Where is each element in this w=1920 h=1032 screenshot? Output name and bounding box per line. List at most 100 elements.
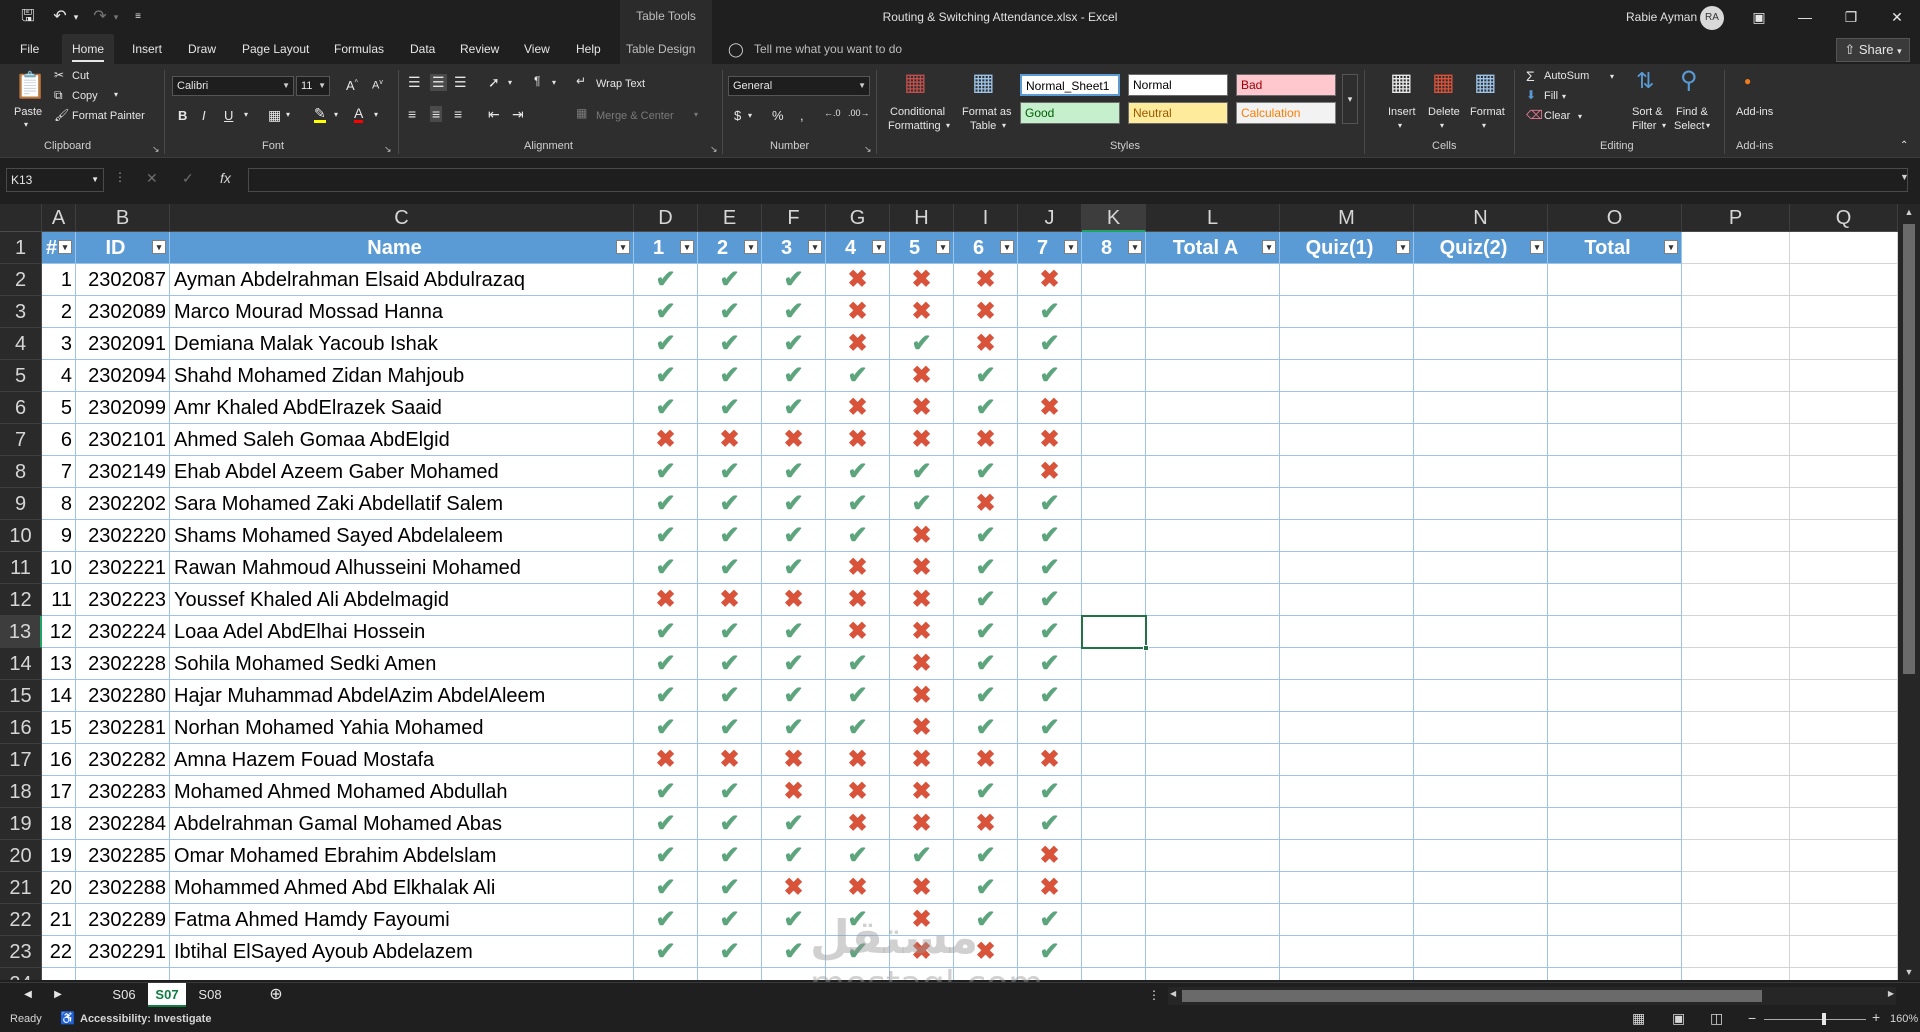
tab-page-layout[interactable]: Page Layout [232, 34, 319, 64]
cell[interactable] [1414, 808, 1548, 840]
middle-align-icon[interactable]: ☰ [430, 74, 447, 91]
cell[interactable] [1414, 776, 1548, 808]
student-name-cell[interactable]: Ayman Abdelrahman Elsaid Abdulrazaq [170, 264, 634, 296]
cell[interactable] [1682, 488, 1790, 520]
cell[interactable] [1682, 392, 1790, 424]
cell[interactable] [1548, 840, 1682, 872]
top-align-icon[interactable]: ☰ [408, 74, 421, 91]
sheet-tab-s07[interactable]: S07 [148, 983, 186, 1007]
cell[interactable] [1414, 296, 1548, 328]
attendance-cell[interactable]: ✖ [890, 296, 954, 328]
filter-dropdown-icon[interactable]: ▾ [1262, 240, 1276, 254]
underline-dropdown-icon[interactable]: ▾ [244, 110, 248, 119]
save-icon[interactable]: 🖫 [16, 6, 40, 28]
row-number-cell[interactable]: 22 [42, 936, 76, 968]
tab-insert[interactable]: Insert [122, 34, 172, 64]
tell-me-search[interactable]: Tell me what you want to do [754, 34, 902, 64]
attendance-cell[interactable]: ✔ [634, 712, 698, 744]
cell[interactable] [1146, 744, 1280, 776]
text-direction-dropdown-icon[interactable]: ▾ [552, 78, 556, 87]
borders-icon[interactable]: ▦ [268, 107, 281, 124]
font-size-combo[interactable]: 11 ▼ [296, 76, 330, 96]
student-id-cell[interactable]: 2302281 [76, 712, 170, 744]
row-header[interactable]: 17 [0, 744, 42, 776]
attendance-cell[interactable]: ✖ [954, 744, 1018, 776]
attendance-cell[interactable]: ✔ [1018, 648, 1082, 680]
attendance-cell[interactable]: ✖ [762, 584, 826, 616]
row-number-cell[interactable]: 2 [42, 296, 76, 328]
attendance-cell[interactable]: ✔ [762, 264, 826, 296]
row-header[interactable]: 10 [0, 520, 42, 552]
cell[interactable] [1414, 648, 1548, 680]
attendance-cell[interactable]: ✔ [698, 296, 762, 328]
student-name-cell[interactable]: Hajar Muhammad AbdelAzim AbdelAleem [170, 680, 634, 712]
insert-function-icon[interactable]: fx [220, 170, 231, 186]
attendance-cell[interactable]: ✖ [1018, 872, 1082, 904]
row-number-cell[interactable]: 16 [42, 744, 76, 776]
italic-icon[interactable]: I [202, 108, 206, 123]
format-painter-button[interactable]: Format Painter [72, 110, 145, 122]
attendance-cell[interactable]: ✔ [826, 712, 890, 744]
cell[interactable] [1414, 584, 1548, 616]
tab-file[interactable]: File [10, 34, 49, 64]
avatar[interactable]: RA [1700, 6, 1724, 30]
cell[interactable] [1682, 328, 1790, 360]
page-layout-view-icon[interactable]: ▣ [1672, 1010, 1685, 1027]
cell[interactable] [1082, 936, 1146, 968]
attendance-cell[interactable]: ✔ [954, 872, 1018, 904]
text-direction-icon[interactable]: ¶ [534, 74, 540, 88]
cell[interactable] [1790, 456, 1898, 488]
row-header[interactable]: 20 [0, 840, 42, 872]
scroll-down-icon[interactable]: ▼ [1898, 964, 1920, 980]
cell[interactable] [1082, 520, 1146, 552]
orientation-dropdown-icon[interactable]: ▾ [508, 78, 512, 87]
horizontal-scroll-thumb[interactable] [1182, 990, 1762, 1002]
attendance-cell[interactable]: ✖ [698, 584, 762, 616]
student-name-cell[interactable]: Loaa Adel AbdElhai Hossein [170, 616, 634, 648]
borders-dropdown-icon[interactable]: ▾ [286, 110, 290, 119]
customize-qat-icon[interactable]: ≡ [130, 6, 146, 28]
attendance-cell[interactable]: ✔ [1018, 584, 1082, 616]
normal-view-icon[interactable]: ▦ [1632, 1010, 1645, 1027]
cell[interactable] [1146, 872, 1280, 904]
table-header-cell[interactable]: Quiz(2) ▾ [1414, 232, 1548, 264]
style-bad[interactable]: Bad [1236, 74, 1336, 96]
cell[interactable] [1280, 808, 1414, 840]
attendance-cell[interactable]: ✖ [954, 424, 1018, 456]
filter-dropdown-icon[interactable]: ▾ [1064, 240, 1078, 254]
attendance-cell[interactable]: ✖ [890, 712, 954, 744]
tab-formulas[interactable]: Formulas [324, 34, 394, 64]
row-header[interactable]: 15 [0, 680, 42, 712]
cell[interactable] [1082, 456, 1146, 488]
cell[interactable] [1280, 968, 1414, 980]
comma-style-icon[interactable]: , [800, 108, 804, 123]
tab-review[interactable]: Review [450, 34, 509, 64]
cell[interactable] [1682, 808, 1790, 840]
ribbon-display-options-icon[interactable]: ▣ [1736, 0, 1782, 34]
share-button[interactable]: ⇧ Share ▾ [1836, 38, 1910, 62]
row-header[interactable]: 4 [0, 328, 42, 360]
attendance-cell[interactable]: ✖ [698, 744, 762, 776]
align-left-icon[interactable]: ≡ [408, 106, 416, 122]
attendance-cell[interactable]: ✔ [634, 488, 698, 520]
row-header[interactable]: 19 [0, 808, 42, 840]
cell[interactable] [1082, 648, 1146, 680]
merge-center-dropdown-icon[interactable]: ▾ [694, 110, 698, 119]
cell[interactable] [1146, 392, 1280, 424]
cell[interactable] [1790, 904, 1898, 936]
format-dropdown-icon[interactable]: ▾ [1482, 121, 1486, 130]
attendance-cell[interactable]: ✔ [954, 552, 1018, 584]
attendance-cell[interactable]: ✔ [698, 328, 762, 360]
attendance-cell[interactable]: ✔ [634, 520, 698, 552]
row-number-cell[interactable]: 19 [42, 840, 76, 872]
attendance-cell[interactable]: ✖ [1018, 744, 1082, 776]
zoom-slider[interactable] [1764, 1013, 1866, 1025]
row-header[interactable]: 11 [0, 552, 42, 584]
tab-table-design[interactable]: Table Design [620, 34, 712, 64]
row-number-cell[interactable]: 17 [42, 776, 76, 808]
attendance-cell[interactable]: ✔ [1018, 904, 1082, 936]
attendance-cell[interactable]: ✖ [826, 552, 890, 584]
cell[interactable] [1146, 264, 1280, 296]
attendance-cell[interactable]: ✖ [890, 776, 954, 808]
student-id-cell[interactable]: 2302283 [76, 776, 170, 808]
